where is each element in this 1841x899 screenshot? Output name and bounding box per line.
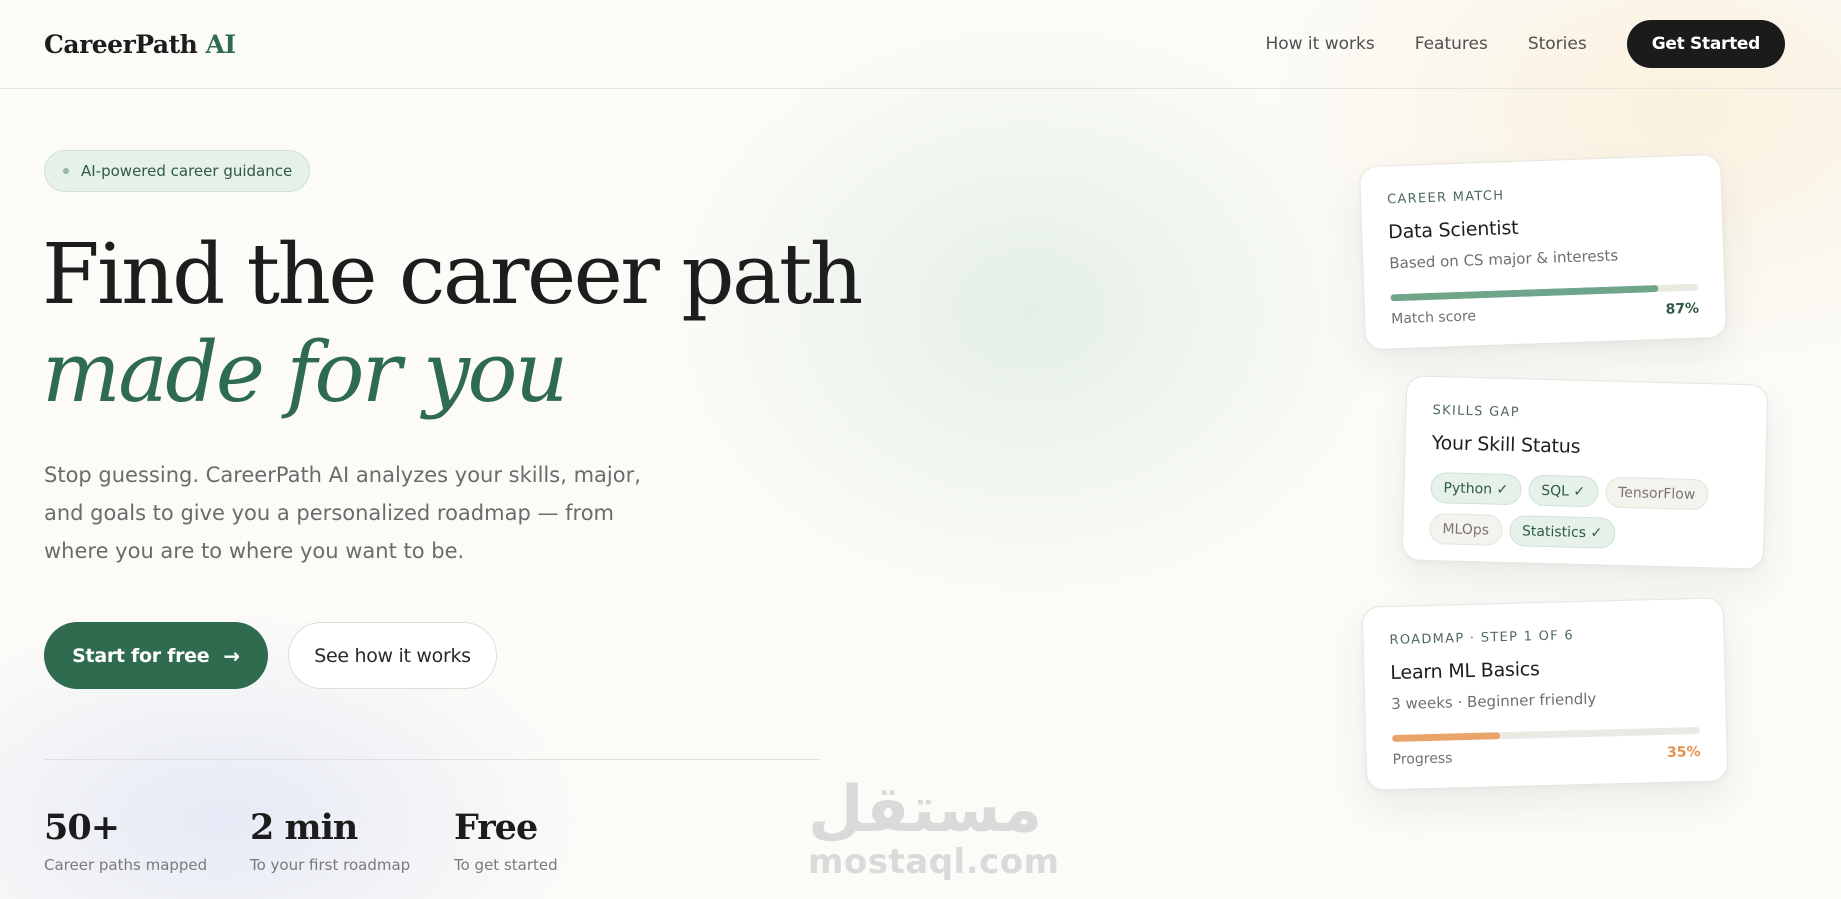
card-title: Data Scientist: [1387, 216, 1519, 244]
match-score-label: Match score: [1390, 308, 1477, 328]
skill-chip: TensorFlow: [1604, 476, 1709, 511]
match-score-row: Match score 87%: [1391, 301, 1699, 328]
skills-gap-card: SKILLS GAP Your Skill Status Python ✓ SQL…: [1401, 375, 1769, 570]
skill-chip: MLOps: [1429, 512, 1503, 546]
stat-label: To get started: [454, 856, 558, 874]
hero-headline: Find the career path made for you: [42, 226, 942, 422]
stat-value: 50+: [44, 807, 120, 848]
card-eyebrow: CAREER MATCH: [1386, 188, 1505, 208]
watermark-arabic: مستقل: [808, 773, 1043, 847]
stat-price: Free To get started: [454, 806, 558, 874]
card-title: Learn ML Basics: [1390, 658, 1541, 685]
nav-menu: How it works Features Stories Get Starte…: [1265, 20, 1785, 68]
stat-label: Career paths mapped: [44, 856, 208, 874]
logo[interactable]: CareerPath AI: [44, 30, 236, 59]
roadmap-progress-label: Progress: [1392, 750, 1453, 769]
stat-career-paths: 50+ Career paths mapped: [44, 806, 207, 874]
nav-link-features[interactable]: Features: [1415, 34, 1488, 54]
nav-link-stories[interactable]: Stories: [1528, 34, 1587, 54]
roadmap-card: ROADMAP · STEP 1 OF 6 Learn ML Basics 3 …: [1361, 597, 1729, 791]
card-eyebrow: SKILLS GAP: [1432, 402, 1521, 421]
match-score-value: 87%: [1665, 300, 1700, 318]
nav-link-how-it-works[interactable]: How it works: [1265, 34, 1374, 54]
roadmap-progress-value: 35%: [1666, 743, 1701, 761]
skill-chip: SQL ✓: [1527, 474, 1599, 508]
match-score-bar: [1390, 283, 1699, 302]
stat-label: To your first roadmap: [250, 856, 411, 874]
roadmap-progress-fill: [1392, 732, 1500, 743]
badge-label: AI-powered career guidance: [81, 162, 293, 180]
roadmap-progress-row: Progress 35%: [1392, 744, 1700, 768]
watermark: مستقل mostaql.com: [808, 773, 1060, 882]
arrow-right-icon: →: [223, 643, 240, 668]
badge-dot-icon: [63, 168, 69, 174]
headline-line-1: Find the career path: [42, 226, 863, 323]
career-match-card: CAREER MATCH Data Scientist Based on CS …: [1358, 153, 1728, 351]
card-eyebrow: ROADMAP · STEP 1 OF 6: [1389, 628, 1575, 649]
start-for-free-button[interactable]: Start for free →: [44, 622, 268, 689]
hero-subtext: Stop guessing. CareerPath AI analyzes yo…: [44, 463, 641, 563]
card-meta: Based on CS major & interests: [1388, 246, 1619, 273]
roadmap-progress-bar: [1392, 726, 1701, 743]
watermark-latin: mostaql.com: [808, 842, 1060, 882]
skill-chip: Python ✓: [1430, 471, 1522, 506]
logo-accent: AI: [205, 29, 237, 59]
stats-divider: [44, 759, 820, 760]
stat-value: Free: [454, 807, 538, 848]
logo-text: CareerPath: [44, 29, 198, 59]
top-navigation: CareerPath AI How it works Features Stor…: [0, 0, 1841, 89]
stat-time-to-roadmap: 2 min To your first roadmap: [250, 806, 410, 874]
card-title: Your Skill Status: [1431, 431, 1581, 458]
hero-badge: AI-powered career guidance: [44, 150, 311, 192]
get-started-button[interactable]: Get Started: [1626, 20, 1785, 68]
see-how-it-works-button[interactable]: See how it works: [288, 622, 497, 689]
card-meta: 3 weeks · Beginner friendly: [1390, 689, 1597, 714]
headline-line-2: made for you: [42, 324, 568, 421]
skill-chip: Statistics ✓: [1508, 515, 1616, 549]
stat-value: 2 min: [250, 807, 358, 848]
match-score-fill: [1390, 285, 1659, 302]
skill-chips: Python ✓ SQL ✓ TensorFlow MLOps Statistics ✓: [1429, 471, 1751, 562]
start-for-free-label: Start for free: [72, 644, 210, 667]
